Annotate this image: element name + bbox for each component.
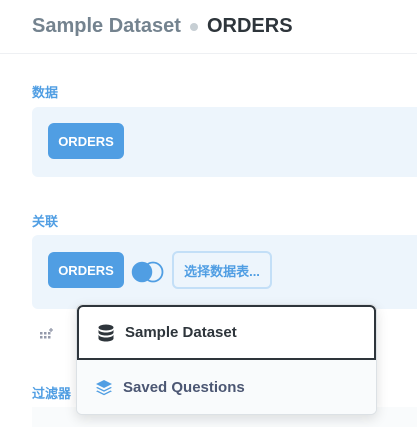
- join-step-box: ORDERS 选择数据表...: [32, 235, 417, 309]
- filter-section-label: 过滤器: [32, 386, 72, 401]
- breadcrumb-database[interactable]: Sample Dataset: [32, 15, 181, 38]
- breadcrumb-separator-dot: [189, 22, 198, 31]
- popover-item-sample-dataset[interactable]: Sample Dataset: [77, 305, 376, 360]
- database-icon: [97, 324, 115, 342]
- join-left-table-pill[interactable]: ORDERS: [48, 252, 124, 288]
- add-columns-grid-icon[interactable]: [40, 327, 54, 345]
- popover-item-label: Saved Questions: [123, 379, 245, 396]
- breadcrumb-table: ORDERS: [206, 15, 293, 37]
- data-section-label: 数据: [32, 85, 59, 100]
- data-source-popover: Sample Dataset Saved Questions: [76, 304, 377, 415]
- breadcrumb: Sample Dataset ORDERS: [0, 0, 417, 54]
- venn-left-join-icon[interactable]: [131, 261, 165, 288]
- pick-join-table-button[interactable]: 选择数据表...: [172, 251, 272, 289]
- data-step-box: ORDERS: [32, 107, 417, 177]
- popover-item-saved-questions[interactable]: Saved Questions: [77, 360, 376, 414]
- popover-item-label: Sample Dataset: [125, 324, 237, 341]
- stacked-layers-icon: [95, 379, 113, 397]
- source-table-pill[interactable]: ORDERS: [48, 123, 124, 159]
- join-section-label: 关联: [32, 214, 59, 229]
